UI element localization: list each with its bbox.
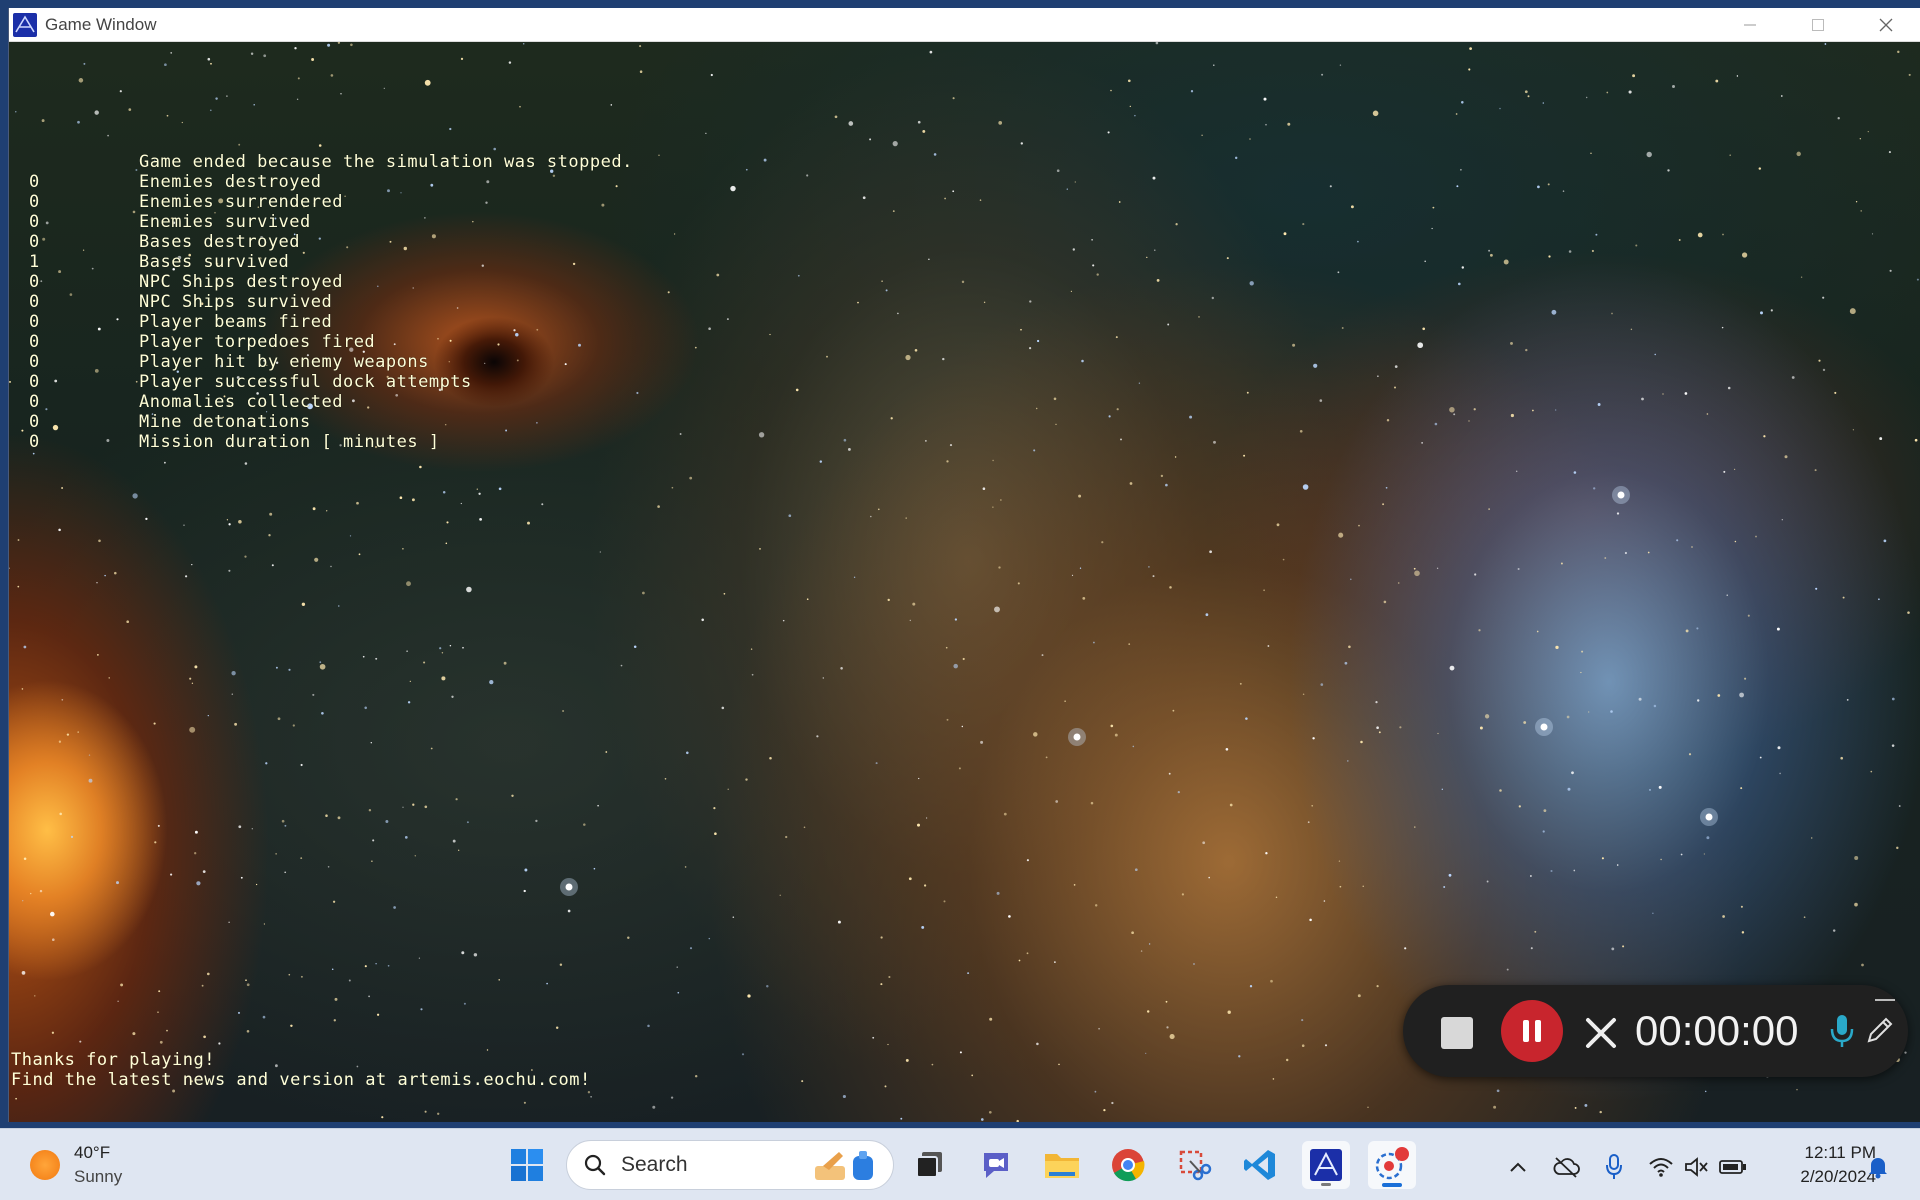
volume-muted-icon <box>1685 1157 1708 1177</box>
thanks-line: Thanks for playing! <box>11 1050 215 1070</box>
onedrive-status[interactable] <box>1550 1151 1582 1183</box>
maximize-button[interactable] <box>1784 8 1852 42</box>
stat-label: Enemies surrendered <box>139 192 343 212</box>
volume-status[interactable] <box>1681 1151 1713 1183</box>
artemis-app-icon <box>13 12 37 37</box>
wifi-icon <box>1649 1158 1673 1177</box>
stat-label: Player hit by enemy weapons <box>139 352 429 372</box>
windows-icon <box>511 1149 543 1181</box>
annotate-button[interactable] <box>1865 1015 1895 1049</box>
discard-recording-button[interactable] <box>1583 1015 1619 1051</box>
system-clock[interactable]: 12:11 PM 2/20/2024 <box>1760 1141 1876 1189</box>
show-hidden-icons-button[interactable] <box>1502 1151 1534 1183</box>
stat-label: Enemies survived <box>139 212 311 232</box>
stat-value: 0 <box>29 352 40 372</box>
microphone-icon <box>1606 1154 1622 1179</box>
stat-label: NPC Ships destroyed <box>139 272 343 292</box>
microphone-in-use[interactable] <box>1598 1151 1630 1183</box>
title-bar[interactable]: Game Window <box>9 8 1920 42</box>
start-button[interactable] <box>503 1141 551 1189</box>
file-explorer-button[interactable] <box>1038 1141 1086 1189</box>
game-window: Game Window Game ended because the simul… <box>8 8 1920 1122</box>
stat-value: 0 <box>29 432 40 452</box>
task-view-button[interactable] <box>906 1141 954 1189</box>
weather-temperature: 40°F <box>74 1143 111 1162</box>
vscode-button[interactable] <box>1236 1141 1284 1189</box>
vscode-icon <box>1244 1150 1275 1180</box>
stat-value: 0 <box>29 332 40 352</box>
stat-value: 0 <box>29 232 40 252</box>
stat-value: 1 <box>29 252 40 272</box>
pause-recording-button[interactable] <box>1501 1000 1563 1062</box>
close-icon <box>1586 1018 1616 1048</box>
artemis-taskbar-button[interactable] <box>1302 1141 1350 1189</box>
chrome-button[interactable] <box>1104 1141 1152 1189</box>
stat-label: Mine detonations <box>139 412 311 432</box>
chevron-up-icon <box>1510 1162 1526 1172</box>
stat-label: Mission duration [ minutes ] <box>139 432 440 452</box>
search-label: Search <box>621 1153 688 1176</box>
bell-icon <box>1869 1158 1887 1179</box>
snipping-tool-icon <box>1179 1150 1212 1181</box>
stat-label: Bases survived <box>139 252 290 272</box>
stat-label: Anomalies collected <box>139 392 343 412</box>
game-viewport[interactable]: Game ended because the simulation was st… <box>9 42 1920 1122</box>
game-end-message: Game ended because the simulation was st… <box>139 152 633 172</box>
stat-label: Player torpedoes fired <box>139 332 376 352</box>
active-indicator <box>1382 1183 1402 1187</box>
recording-timer: 00:00:00 <box>1635 1007 1799 1054</box>
stat-value: 0 <box>29 192 40 212</box>
stat-label: NPC Ships survived <box>139 292 333 312</box>
stat-value: 0 <box>29 172 40 192</box>
weather-condition: Sunny <box>74 1167 123 1186</box>
microphone-toggle[interactable] <box>1828 1013 1856 1053</box>
search-icon <box>584 1154 606 1176</box>
stat-value: 0 <box>29 412 40 432</box>
stat-value: 0 <box>29 212 40 232</box>
stat-label: Bases destroyed <box>139 232 301 252</box>
battery-icon <box>1719 1160 1746 1174</box>
chat-icon <box>984 1153 1008 1178</box>
news-line: Find the latest news and version at arte… <box>11 1070 591 1090</box>
stop-recording-button[interactable] <box>1441 1017 1473 1049</box>
chrome-icon <box>1112 1149 1145 1182</box>
stat-value: 0 <box>29 372 40 392</box>
network-status[interactable] <box>1645 1151 1677 1183</box>
pen-icon <box>1867 1017 1893 1043</box>
window-title: Game Window <box>45 14 157 34</box>
stat-value: 0 <box>29 392 40 412</box>
weather-widget[interactable]: 40°F Sunny <box>30 1141 122 1189</box>
artemis-icon <box>1310 1149 1342 1181</box>
running-indicator <box>1321 1183 1331 1186</box>
screen-recorder-icon <box>1375 1147 1409 1180</box>
microphone-icon <box>1830 1015 1854 1047</box>
stat-label: Player beams fired <box>139 312 333 332</box>
stat-value: 0 <box>29 312 40 332</box>
cloud-offline-icon <box>1553 1157 1580 1178</box>
battery-status[interactable] <box>1717 1151 1749 1183</box>
task-view-icon <box>916 1152 942 1178</box>
clock-time: 12:11 PM <box>1804 1143 1876 1162</box>
thanks-message: Thanks for playing! Find the latest news… <box>11 1050 591 1090</box>
notifications-button[interactable] <box>1862 1151 1894 1183</box>
recorder-minimize-button[interactable] <box>1875 999 1895 1001</box>
sun-icon <box>30 1150 60 1180</box>
screen-recorder-taskbar-button[interactable] <box>1368 1141 1416 1189</box>
stat-label: Player successful dock attempts <box>139 372 472 392</box>
pause-icon <box>1523 1020 1541 1042</box>
taskbar: 40°F Sunny Search 12:11 PM 2/20/2024 <box>0 1128 1920 1200</box>
taskbar-search[interactable]: Search <box>566 1140 894 1190</box>
close-button[interactable] <box>1852 8 1920 42</box>
snipping-tool-button[interactable] <box>1170 1141 1218 1189</box>
stat-label: Enemies destroyed <box>139 172 322 192</box>
stat-value: 0 <box>29 292 40 312</box>
clock-date: 2/20/2024 <box>1800 1167 1876 1186</box>
stat-value: 0 <box>29 272 40 292</box>
folder-icon <box>1045 1154 1079 1178</box>
minimize-button[interactable] <box>1716 8 1784 42</box>
teams-chat-button[interactable] <box>972 1141 1020 1189</box>
screen-recorder-toolbar: 00:00:00 <box>1403 985 1908 1077</box>
search-highlight-icon <box>815 1151 873 1180</box>
